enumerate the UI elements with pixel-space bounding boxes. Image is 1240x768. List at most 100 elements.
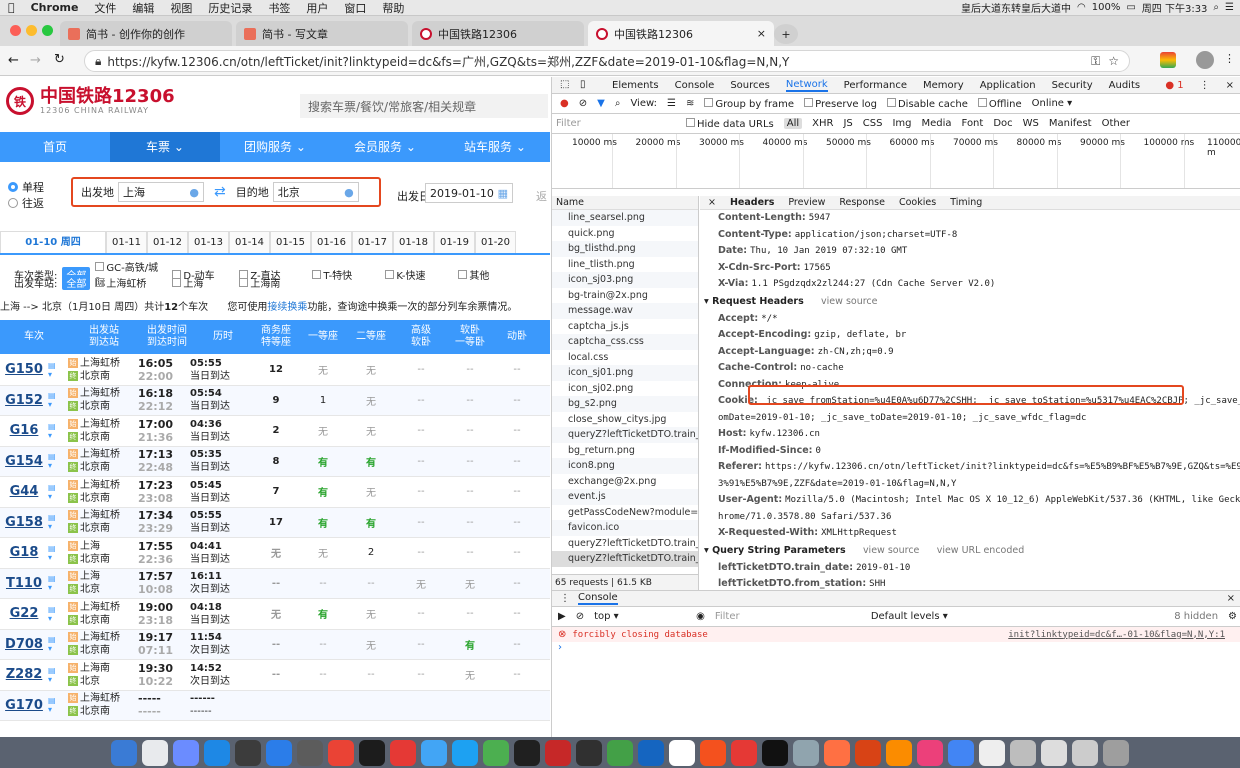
- train-number-link[interactable]: D708: [0, 637, 48, 652]
- train-number-link[interactable]: T110: [0, 576, 48, 591]
- col-header[interactable]: 车次: [0, 331, 68, 343]
- close-devtools-icon[interactable]: ×: [1226, 80, 1240, 91]
- type-filter[interactable]: Doc: [993, 118, 1012, 129]
- dock-app-icon[interactable]: [731, 739, 757, 766]
- train-info-icon[interactable]: ▤ ▾: [48, 696, 68, 714]
- transfer-link[interactable]: 接续换乘: [267, 302, 307, 312]
- train-info-icon[interactable]: ▤ ▾: [48, 391, 68, 409]
- from-station-input[interactable]: 上海 ●: [118, 182, 204, 202]
- url-field[interactable]: 🔒︎ https://kyfw.12306.cn/otn/leftTicket/…: [84, 50, 1130, 72]
- menu-view[interactable]: 视图: [162, 0, 200, 16]
- date-tab[interactable]: 01-11: [106, 231, 147, 253]
- date-input[interactable]: 2019-01-10 ▦: [425, 183, 513, 203]
- dock-app-icon[interactable]: [1041, 739, 1067, 766]
- filter-option[interactable]: K-快速: [385, 267, 453, 282]
- seat-availability[interactable]: 有: [346, 515, 396, 530]
- type-filter[interactable]: XHR: [812, 118, 833, 129]
- seat-availability[interactable]: 9: [252, 395, 300, 406]
- menu-user[interactable]: 用户: [298, 0, 336, 16]
- battery-percent[interactable]: 100%: [1092, 2, 1121, 13]
- search-icon[interactable]: ⌕: [615, 98, 621, 109]
- waterfall-icon[interactable]: ≋: [686, 98, 694, 109]
- dock-app-icon[interactable]: [576, 739, 602, 766]
- request-row[interactable]: exchange@2x.png: [552, 474, 698, 490]
- group-by-frame-checkbox[interactable]: Group by frame: [704, 97, 794, 110]
- network-filter-input[interactable]: Filter: [556, 118, 676, 129]
- request-row[interactable]: favicon.ico: [552, 520, 698, 536]
- request-row[interactable]: local.css: [552, 350, 698, 366]
- site-logo[interactable]: 铁 中国铁路12306 12306 CHINA RAILWAY: [6, 87, 175, 115]
- nav-group[interactable]: 团购服务 ⌄: [220, 132, 330, 162]
- dock-app-icon[interactable]: [483, 739, 509, 766]
- trip-single[interactable]: 单程: [8, 179, 44, 195]
- dock-app-icon[interactable]: [669, 739, 695, 766]
- date-tab[interactable]: 01-12: [147, 231, 188, 253]
- dock-app-icon[interactable]: [545, 739, 571, 766]
- record-icon[interactable]: ●: [560, 98, 569, 109]
- type-filter[interactable]: Media: [922, 118, 952, 129]
- train-number-link[interactable]: G154: [0, 454, 48, 469]
- dock-app-icon[interactable]: [917, 739, 943, 766]
- clock[interactable]: 周四 下午3:33: [1142, 0, 1208, 15]
- request-headers-section[interactable]: ▾ Request Headers view source: [700, 293, 1240, 311]
- date-tab[interactable]: 01-19: [434, 231, 475, 253]
- new-tab-button[interactable]: +: [774, 24, 798, 44]
- extension-icon[interactable]: [1160, 52, 1176, 68]
- request-row[interactable]: icon8.png: [552, 458, 698, 474]
- col-header[interactable]: 历时: [194, 331, 252, 343]
- seat-availability[interactable]: 有: [300, 454, 346, 469]
- dock-app-icon[interactable]: [1010, 739, 1036, 766]
- minimize-window-icon[interactable]: [26, 25, 37, 36]
- detail-tab[interactable]: Timing: [950, 196, 982, 209]
- close-window-icon[interactable]: [10, 25, 21, 36]
- error-source-link[interactable]: init?linktypeid=dc&f…-01-10&flag=N,N,Y:1: [1008, 630, 1240, 640]
- bookmark-star-icon[interactable]: ☆: [1108, 54, 1119, 68]
- request-row[interactable]: quick.png: [552, 226, 698, 242]
- view-source-link[interactable]: view source: [863, 545, 919, 556]
- to-station-input[interactable]: 北京 ●: [272, 182, 359, 202]
- train-info-icon[interactable]: ▤ ▾: [48, 483, 68, 501]
- preserve-log-checkbox[interactable]: Preserve log: [804, 97, 877, 110]
- seat-availability[interactable]: 1: [300, 395, 346, 406]
- request-row[interactable]: captcha_js.js: [552, 319, 698, 335]
- apple-menu-icon[interactable]: : [0, 1, 23, 14]
- train-number-link[interactable]: G18: [0, 545, 48, 560]
- train-info-icon[interactable]: ▤ ▾: [48, 452, 68, 470]
- menu-history[interactable]: 历史记录: [200, 0, 260, 16]
- dock-app-icon[interactable]: [111, 739, 137, 766]
- dock-app-icon[interactable]: [855, 739, 881, 766]
- close-tab-icon[interactable]: ×: [757, 27, 766, 40]
- request-row[interactable]: bg_tlisthd.png: [552, 241, 698, 257]
- query-string-section[interactable]: ▾ Query String Parameters view source vi…: [700, 542, 1240, 560]
- train-number-link[interactable]: G22: [0, 606, 48, 621]
- menu-file[interactable]: 文件: [86, 0, 124, 16]
- zoom-window-icon[interactable]: [42, 25, 53, 36]
- offline-checkbox[interactable]: Offline: [977, 97, 1022, 110]
- type-filter-all[interactable]: All: [783, 118, 803, 129]
- forward-icon[interactable]: →: [30, 53, 41, 68]
- dock-app-icon[interactable]: [607, 739, 633, 766]
- dock-app-icon[interactable]: [390, 739, 416, 766]
- seat-availability[interactable]: 有: [346, 454, 396, 469]
- devtools-tab-network[interactable]: Network: [785, 79, 828, 92]
- view-source-link[interactable]: view source: [821, 296, 877, 307]
- type-filter[interactable]: Other: [1102, 118, 1130, 129]
- seat-availability[interactable]: 有: [446, 637, 494, 652]
- seat-availability[interactable]: 有: [300, 606, 346, 621]
- dock-app-icon[interactable]: [886, 739, 912, 766]
- train-number-link[interactable]: G158: [0, 515, 48, 530]
- dock-app-icon[interactable]: [266, 739, 292, 766]
- key-icon[interactable]: ⚿: [1091, 54, 1100, 69]
- menu-edit[interactable]: 编辑: [124, 0, 162, 16]
- network-overview-timeline[interactable]: 10000 ms 20000 ms 30000 ms 40000 ms 50000 ms…: [552, 134, 1240, 189]
- request-row[interactable]: bg_s2.png: [552, 396, 698, 412]
- devtools-tab[interactable]: Audits: [1109, 80, 1140, 91]
- avatar[interactable]: [1196, 51, 1214, 69]
- view-url-encoded-link[interactable]: view URL encoded: [937, 545, 1025, 556]
- devtools-tab[interactable]: Memory: [923, 80, 964, 91]
- dock-app-icon[interactable]: [359, 739, 385, 766]
- train-info-icon[interactable]: ▤ ▾: [48, 635, 68, 653]
- filter-option[interactable]: 上海虹桥: [95, 275, 167, 290]
- seat-availability[interactable]: 8: [252, 456, 300, 467]
- console-prompt[interactable]: ›: [552, 642, 1240, 653]
